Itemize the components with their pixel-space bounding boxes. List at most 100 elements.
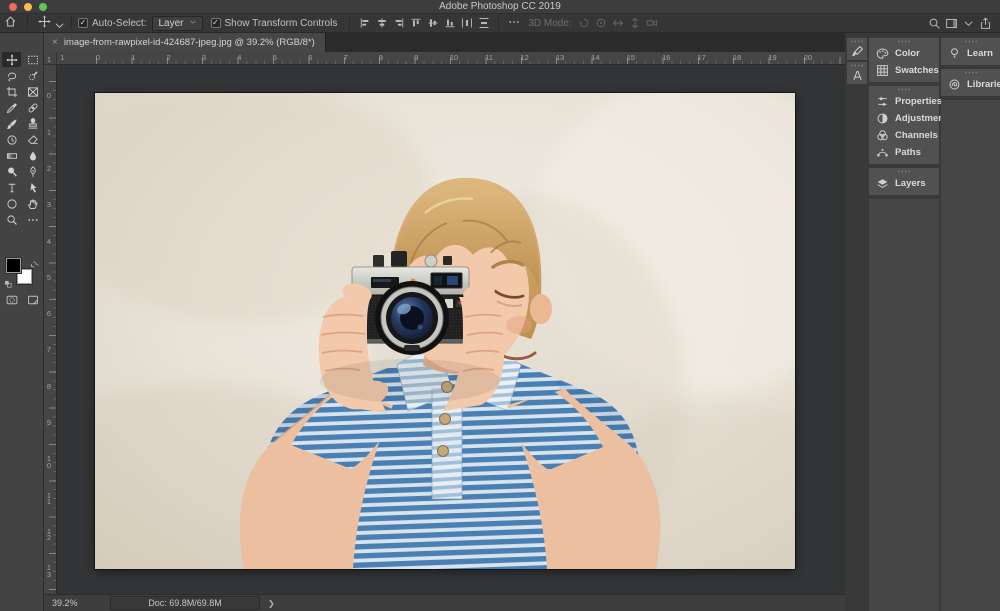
tool-blur[interactable] [23, 148, 42, 163]
more-align-options-button[interactable] [505, 14, 522, 33]
align-top-edges-button[interactable] [407, 14, 424, 33]
drag-handle[interactable] [897, 170, 911, 173]
v-ruler-label: 3 [44, 202, 54, 209]
drag-handle[interactable] [850, 40, 864, 43]
frame-icon [27, 86, 39, 98]
paths-panel-button[interactable]: Paths [869, 144, 939, 161]
libraries-panel-button[interactable]: Libraries [941, 76, 1000, 93]
character-panel-button[interactable] [847, 62, 867, 84]
align-horizontal-centers-icon [376, 17, 388, 29]
move-tool-preset-button[interactable] [34, 14, 65, 33]
chevron-down-icon [962, 17, 975, 30]
tool-quick-selection[interactable] [23, 68, 42, 83]
swatches-panel-button[interactable]: Swatches [869, 62, 939, 79]
distribute-vertical-centers-button[interactable] [475, 14, 492, 33]
zoom-level-field[interactable]: 39.2% [52, 598, 92, 608]
drag-handle[interactable] [850, 64, 864, 67]
tool-crop[interactable] [2, 84, 21, 99]
tool-gradient[interactable] [2, 148, 21, 163]
panel-group: Libraries [941, 69, 1000, 96]
share-button[interactable] [977, 14, 994, 33]
learn-panel-button[interactable]: Learn [941, 45, 1000, 62]
3d-rotate-button [576, 14, 593, 33]
drag-handle[interactable] [964, 40, 978, 43]
3d-drag-button [610, 14, 627, 33]
adjustments-panel-button[interactable]: Adjustments [869, 110, 939, 127]
tool-hand[interactable] [23, 196, 42, 211]
3d-drag-icon [612, 17, 624, 29]
drag-handle[interactable] [897, 40, 911, 43]
tool-frame[interactable] [23, 84, 42, 99]
document-tab[interactable]: × image-from-rawpixel-id-424687-jpeg.jpg… [44, 33, 326, 52]
tool-rectangular-marquee[interactable] [23, 52, 42, 67]
edit-toolbar-icon [27, 214, 39, 226]
panel-label: Libraries [967, 79, 1000, 90]
screen-mode-button[interactable] [26, 293, 40, 311]
chevron-down-button[interactable] [960, 14, 977, 33]
tool-eraser[interactable] [23, 132, 42, 147]
tool-type[interactable] [2, 180, 21, 195]
v-ruler-label: 1 2 [44, 529, 54, 542]
toolbar-bottom-buttons [0, 293, 44, 311]
align-bottom-edges-button[interactable] [441, 14, 458, 33]
color-panel-button[interactable]: Color [869, 45, 939, 62]
foreground-color-well[interactable] [6, 258, 21, 273]
tool-lasso[interactable] [2, 68, 21, 83]
panel-label: Paths [895, 147, 921, 158]
v-ruler-label: 1 [44, 130, 54, 137]
align-right-edges-button[interactable] [390, 14, 407, 33]
v-ruler-label: 9 [44, 420, 54, 427]
clone-stamp-icon [27, 118, 39, 130]
3d-camera-button [644, 14, 661, 33]
tool-eyedropper[interactable] [2, 100, 21, 115]
search-button[interactable] [926, 14, 943, 33]
workspace-button[interactable] [943, 14, 960, 33]
tool-ellipse-shape[interactable] [2, 196, 21, 211]
rectangular-marquee-icon [27, 54, 39, 66]
auto-select-checkbox[interactable]: ✓ [78, 18, 88, 28]
properties-panel-button[interactable]: Properties [869, 93, 939, 110]
tool-move[interactable] [2, 52, 21, 67]
tool-edit-toolbar[interactable] [23, 212, 42, 227]
auto-select-target-value: Layer [158, 18, 183, 29]
chevron-down-icon [53, 19, 66, 32]
align-vertical-centers-button[interactable] [424, 14, 441, 33]
canvas-area[interactable] [57, 65, 845, 594]
3d-rotate-icon [578, 17, 590, 29]
show-transform-checkbox[interactable]: ✓ [211, 18, 221, 28]
tool-path-selection[interactable] [23, 180, 42, 195]
tool-history-brush[interactable] [2, 132, 21, 147]
h-ruler-label: 14 [591, 53, 599, 62]
home-button[interactable] [0, 14, 21, 33]
h-ruler-label: 1 [60, 53, 64, 62]
tool-dodge[interactable] [2, 164, 21, 179]
status-expander-chevron[interactable]: ❯ [268, 599, 275, 608]
document-tab-strip: × image-from-rawpixel-id-424687-jpeg.jpg… [44, 33, 845, 52]
drag-handle[interactable] [964, 71, 978, 74]
document-image[interactable] [95, 93, 795, 569]
vertical-ruler: 101234567891 01 11 21 3 [44, 65, 57, 594]
distribute-horizontal-centers-icon [461, 17, 473, 29]
tool-brush[interactable] [2, 116, 21, 131]
tool-clone-stamp[interactable] [23, 116, 42, 131]
brush-settings-panel-button[interactable] [847, 38, 867, 60]
search-icon [928, 17, 941, 30]
align-horizontal-centers-button[interactable] [373, 14, 390, 33]
chevron-down-icon [189, 18, 197, 26]
divider [27, 17, 28, 30]
layers-panel-button[interactable]: Layers [869, 175, 939, 192]
panel-group: Learn [941, 38, 1000, 65]
drag-handle[interactable] [897, 88, 911, 91]
tool-pen[interactable] [23, 164, 42, 179]
align-left-edges-button[interactable] [356, 14, 373, 33]
panel-label: Color [895, 48, 920, 59]
quick-mask-button[interactable] [5, 293, 19, 311]
hand-icon [27, 198, 39, 210]
distribute-horizontal-centers-button[interactable] [458, 14, 475, 33]
auto-select-target-dropdown[interactable]: Layer [152, 16, 202, 31]
channels-panel-button[interactable]: Channels [869, 127, 939, 144]
tool-zoom[interactable] [2, 212, 21, 227]
tool-healing-brush[interactable] [23, 100, 42, 115]
close-tab-icon[interactable]: × [52, 37, 58, 48]
photo-boy-with-camera [95, 93, 795, 569]
